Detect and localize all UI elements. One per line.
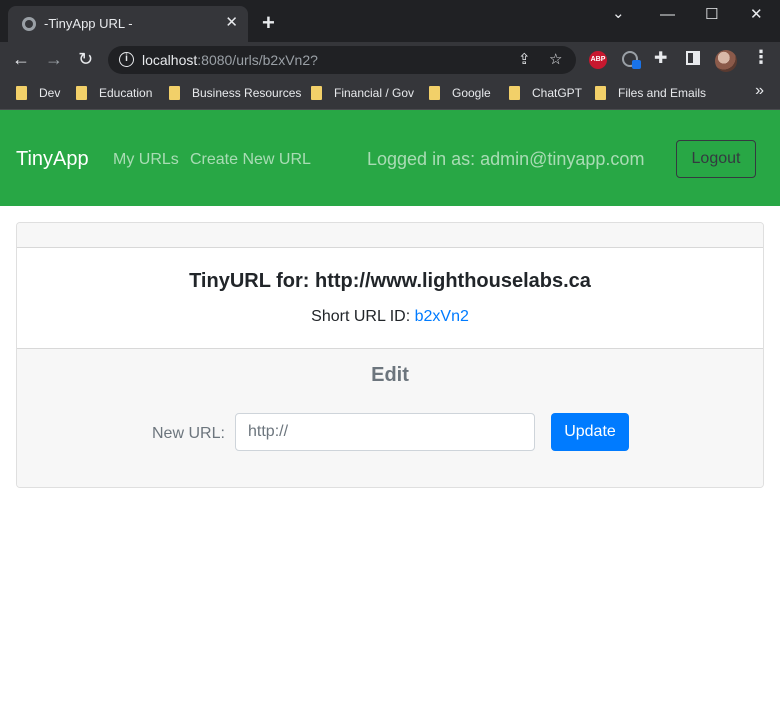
profile-avatar[interactable]	[715, 50, 737, 72]
new-url-label: New URL:	[152, 425, 225, 442]
new-tab-button[interactable]: +	[262, 12, 275, 34]
bookmark-chatgpt[interactable]: ChatGPT	[509, 86, 582, 100]
url-path: :8080/urls/b2xVn2?	[197, 52, 318, 68]
site-info-icon[interactable]: i	[119, 52, 134, 67]
bookmark-label: Education	[99, 86, 153, 100]
short-url-label: Short URL ID:	[311, 308, 411, 325]
folder-icon	[429, 86, 440, 100]
bookmark-education[interactable]: Education	[76, 86, 152, 100]
folder-icon	[595, 86, 606, 100]
card-header	[17, 223, 763, 248]
app-navbar: TinyApp My URLs Create New URL Logged in…	[0, 110, 780, 206]
browser-menu-icon[interactable]: ⋮	[752, 47, 770, 68]
url-host: localhost	[142, 52, 198, 68]
bookmarks-bar: Dev Education Business Resources Financi…	[0, 78, 780, 110]
edit-title: Edit	[371, 364, 409, 386]
edit-section: Edit New URL: Update	[17, 348, 763, 487]
short-url-link[interactable]: b2xVn2	[415, 308, 469, 325]
forward-icon[interactable]: →	[45, 49, 63, 69]
new-url-input[interactable]	[235, 413, 535, 451]
minimize-icon[interactable]: —	[660, 6, 675, 23]
globe-icon	[22, 17, 36, 31]
update-button[interactable]: Update	[551, 413, 629, 451]
bookmark-dev[interactable]: Dev	[16, 86, 60, 100]
bookmark-label: Google	[452, 86, 491, 100]
bookmark-google[interactable]: Google	[429, 86, 491, 100]
folder-icon	[509, 86, 520, 100]
card-title: TinyURL for: http://www.lighthouselabs.c…	[189, 270, 591, 292]
logged-in-text: Logged in as: admin@tinyapp.com	[367, 149, 645, 169]
bookmark-label: Financial / Gov	[334, 86, 415, 100]
browser-tab[interactable]: -TinyApp URL - ✕	[8, 6, 248, 42]
extension-globe-icon[interactable]	[622, 51, 641, 69]
folder-icon	[169, 86, 180, 100]
short-url-info: Short URL ID: b2xVn2	[17, 308, 763, 326]
bookmark-business-resources[interactable]: Business Resources	[169, 86, 301, 100]
address-bar[interactable]: i localhost:8080/urls/b2xVn2? ⇪ ☆	[108, 46, 576, 74]
bookmark-financial-gov[interactable]: Financial / Gov	[311, 86, 414, 100]
bookmark-label: Business Resources	[192, 86, 302, 100]
bookmark-label: Dev	[39, 86, 61, 100]
close-window-icon[interactable]: ✕	[750, 5, 763, 23]
bookmarks-overflow-icon[interactable]: »	[755, 82, 764, 100]
url-text[interactable]: localhost:8080/urls/b2xVn2?	[142, 52, 318, 68]
logout-button[interactable]: Logout	[676, 140, 756, 178]
url-card: TinyURL for: http://www.lighthouselabs.c…	[16, 222, 764, 488]
back-icon[interactable]: ←	[12, 49, 30, 69]
extensions-puzzle-icon[interactable]: ✚	[654, 48, 667, 68]
folder-icon	[76, 86, 87, 100]
tab-title: -TinyApp URL -	[44, 16, 133, 31]
browser-tab-bar: -TinyApp URL - ✕ + ⌄ — ☐ ✕	[0, 0, 780, 42]
folder-icon	[16, 86, 27, 100]
bookmark-label: ChatGPT	[532, 86, 583, 100]
bookmark-files-and-emails[interactable]: Files and Emails	[595, 86, 706, 100]
adblock-plus-icon[interactable]: ABP	[589, 51, 607, 69]
close-tab-icon[interactable]: ✕	[225, 13, 238, 31]
brand-link[interactable]: TinyApp	[16, 148, 89, 171]
bookmark-label: Files and Emails	[618, 86, 707, 100]
share-icon[interactable]: ⇪	[518, 50, 531, 68]
reload-icon[interactable]: ↻	[78, 49, 93, 69]
maximize-icon[interactable]: ☐	[705, 5, 718, 23]
bookmark-star-icon[interactable]: ☆	[549, 50, 562, 68]
nav-my-urls[interactable]: My URLs	[113, 151, 179, 169]
browser-toolbar: ← → ↻ i localhost:8080/urls/b2xVn2? ⇪ ☆ …	[0, 42, 780, 78]
nav-create-new-url[interactable]: Create New URL	[190, 151, 311, 169]
folder-icon	[311, 86, 322, 100]
side-panel-icon[interactable]	[686, 51, 700, 65]
tab-search-icon[interactable]: ⌄	[612, 4, 625, 22]
